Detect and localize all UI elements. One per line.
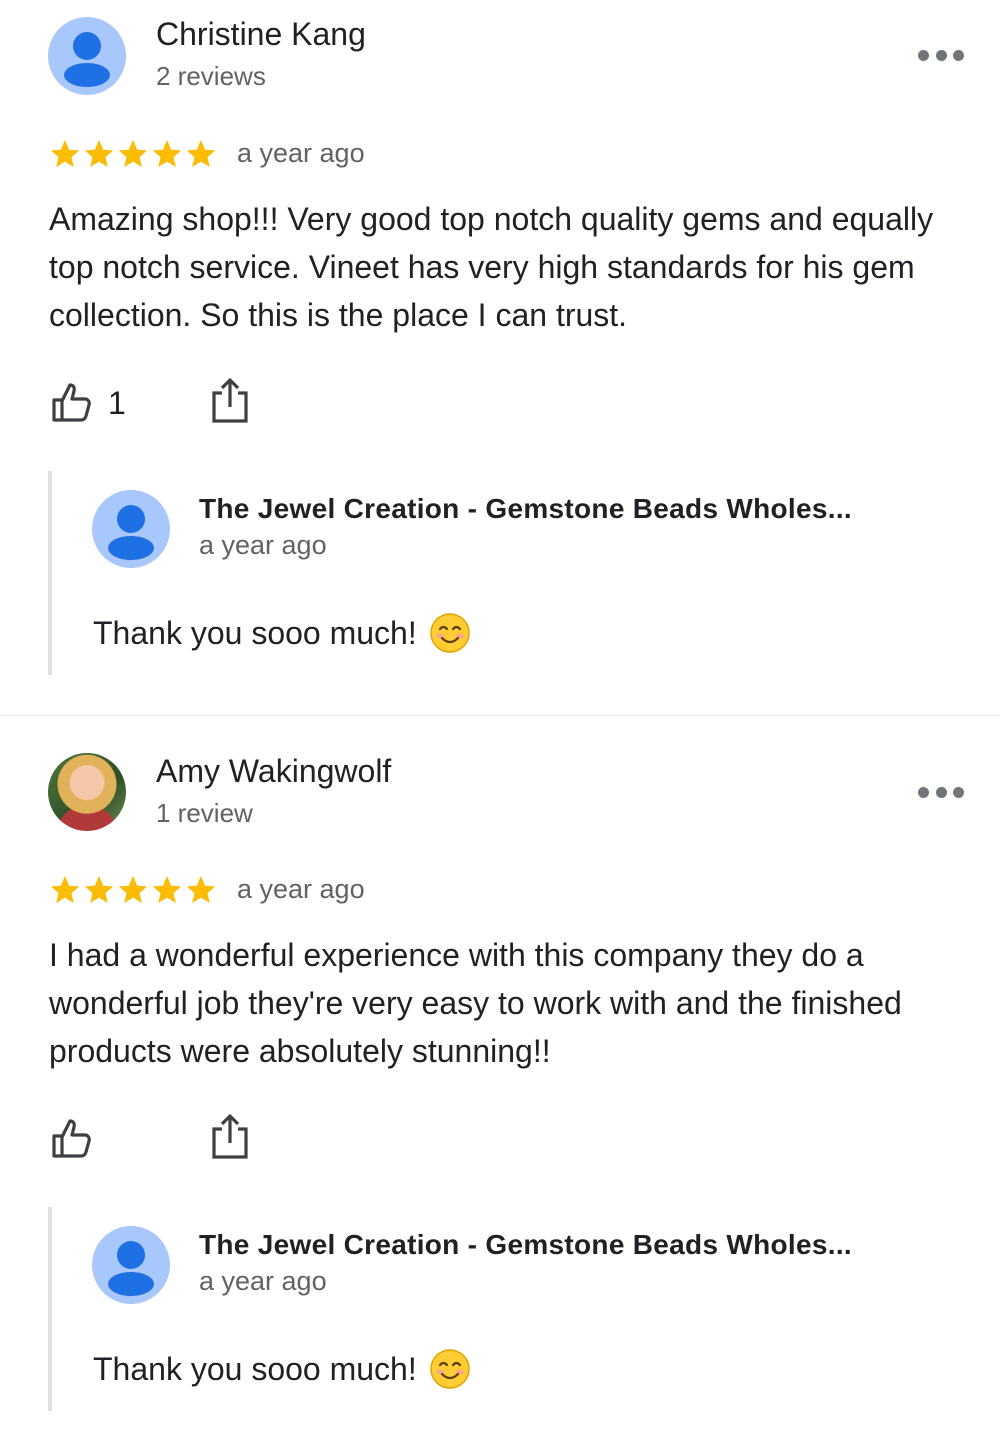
star-icon	[84, 139, 114, 168]
reviewer-avatar[interactable]	[48, 17, 126, 95]
star-icon	[118, 875, 148, 904]
dot-icon	[918, 786, 929, 798]
owner-reply-text-row: Thank you sooo much!	[93, 1348, 471, 1390]
dot-icon	[935, 49, 947, 61]
star-icon	[50, 875, 80, 904]
smiling-face-icon	[429, 1349, 470, 1389]
owner-reply-time: a year ago	[199, 1266, 327, 1296]
owner-reply-text-row: Thank you sooo much!	[93, 612, 471, 654]
star-icon	[118, 139, 148, 168]
owner-name[interactable]: The Jewel Creation - Gemstone Beads Whol…	[199, 493, 852, 525]
star-icon	[152, 139, 182, 168]
star-icon	[186, 139, 216, 168]
review-text: I had a wonderful experience with this c…	[49, 937, 902, 1069]
share-icon	[212, 1114, 248, 1159]
reviewer-avatar[interactable]	[48, 753, 126, 831]
star-icon	[186, 875, 216, 904]
like-count: 1	[108, 384, 126, 421]
like-button[interactable]	[50, 1116, 108, 1162]
reviewer-review-count: 1 review	[156, 798, 253, 828]
reviewer-name[interactable]: Christine Kang	[156, 16, 366, 53]
owner-reply-text: Thank you sooo much!	[93, 614, 417, 651]
review-card: Christine Kang 2 reviews a year ago Amaz…	[0, 0, 1000, 716]
reviewer-name[interactable]: Amy Wakingwolf	[156, 753, 391, 790]
dot-icon	[935, 786, 947, 798]
smiling-face-icon	[429, 613, 470, 653]
dot-icon	[953, 786, 964, 798]
star-rating	[48, 873, 218, 907]
like-button[interactable]: 1	[50, 380, 126, 426]
share-icon	[212, 378, 248, 423]
owner-avatar[interactable]	[92, 490, 170, 568]
review-card: Amy Wakingwolf 1 review a year ago I had…	[0, 716, 1000, 1435]
dot-icon	[918, 49, 929, 61]
thumbs-up-icon	[52, 383, 91, 422]
reviewer-review-count: 2 reviews	[156, 61, 266, 91]
star-icon	[50, 139, 80, 168]
more-options-button[interactable]	[918, 43, 964, 67]
more-options-button[interactable]	[918, 780, 964, 804]
share-button[interactable]	[208, 376, 252, 424]
owner-name[interactable]: The Jewel Creation - Gemstone Beads Whol…	[199, 1229, 852, 1261]
dot-icon	[953, 49, 964, 61]
star-icon	[152, 875, 182, 904]
star-rating	[48, 137, 218, 171]
share-button[interactable]	[208, 1112, 252, 1160]
owner-reply-time: a year ago	[199, 530, 327, 560]
thumbs-up-icon	[52, 1119, 91, 1158]
review-time: a year ago	[237, 138, 365, 168]
owner-reply: The Jewel Creation - Gemstone Beads Whol…	[48, 471, 968, 675]
star-icon	[84, 875, 114, 904]
owner-avatar[interactable]	[92, 1226, 170, 1304]
review-time: a year ago	[237, 874, 365, 904]
owner-reply: The Jewel Creation - Gemstone Beads Whol…	[48, 1207, 968, 1411]
review-text: Amazing shop!!! Very good top notch qual…	[49, 201, 934, 333]
owner-reply-text: Thank you sooo much!	[93, 1350, 417, 1387]
